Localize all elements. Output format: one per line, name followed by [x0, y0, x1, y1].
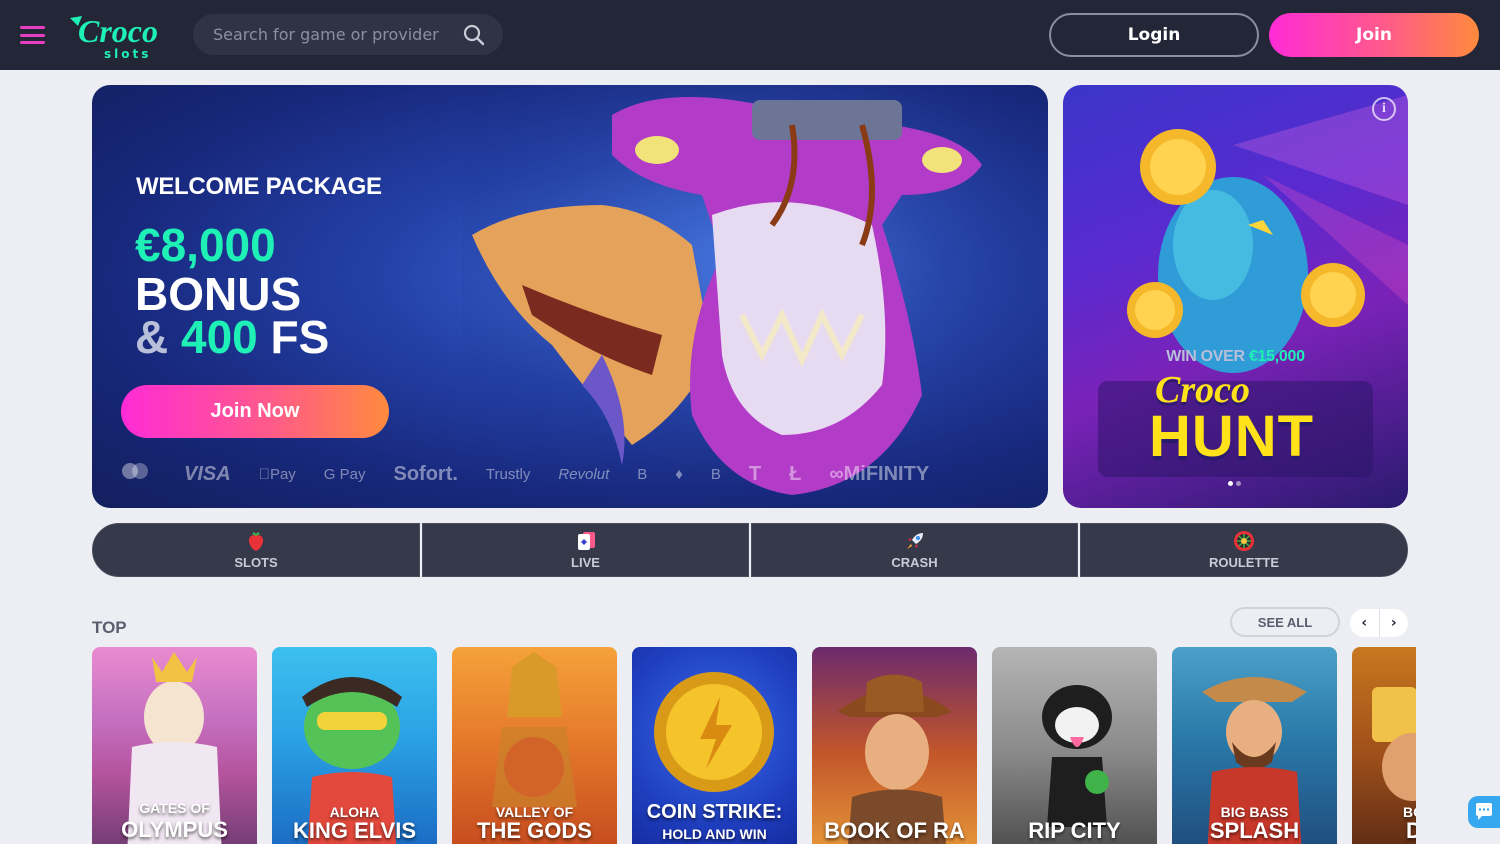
- bitcoin-icon: B: [637, 466, 647, 483]
- login-button[interactable]: Login: [1049, 13, 1259, 57]
- game-title-line1: GATES OF: [139, 800, 210, 816]
- promo-win-text: WIN OVER €15,000: [1166, 348, 1305, 365]
- game-title-line1: COIN STRIKE:: [646, 801, 783, 823]
- visa-logo: VISA: [184, 462, 231, 485]
- search-icon[interactable]: [463, 24, 485, 46]
- game-carousel: GATES OF OLYMPUS ALOHA KING ELVIS VALLEY…: [92, 647, 1416, 844]
- game-tile[interactable]: VALLEY OF THE GODS: [452, 647, 617, 844]
- welcome-banner[interactable]: WELCOME PACKAGE €8,000 BONUS & 400 FS Jo…: [92, 85, 1048, 508]
- mifinity-logo: ∞MiFINITY: [818, 462, 929, 485]
- free-spins-line: & 400 FS: [135, 314, 329, 360]
- croco-slots-logo[interactable]: Croco slots: [64, 8, 182, 64]
- game-title-line2: HOLD AND WIN: [662, 826, 767, 842]
- search-box: [193, 14, 503, 55]
- game-thumbnail: [812, 647, 977, 844]
- tether-icon: T: [737, 462, 761, 485]
- shark-monsters-illustration: [462, 85, 1048, 508]
- chevron-right-icon[interactable]: ›: [1378, 609, 1409, 637]
- game-tile[interactable]: GATES OF OLYMPUS: [92, 647, 257, 844]
- trustly-logo: Trustly: [474, 465, 530, 483]
- free-spins-count: 400: [181, 311, 258, 363]
- mastercard-icon: [120, 462, 150, 486]
- promo-name: HUNT: [1149, 404, 1315, 469]
- top-header: Croco slots Login Join: [0, 0, 1500, 70]
- game-title-line2: OLYMPUS: [121, 817, 228, 842]
- see-all-button[interactable]: SEE ALL: [1230, 607, 1340, 637]
- svg-text:slots: slots: [104, 47, 151, 61]
- bonus-label: BONUS: [135, 268, 302, 320]
- rocket-icon: [906, 533, 923, 549]
- chevron-left-icon[interactable]: ‹: [1350, 609, 1379, 637]
- roulette-icon: [1234, 531, 1254, 551]
- playing-card-icon: [577, 532, 595, 550]
- carousel-dots[interactable]: [1228, 471, 1244, 490]
- bitcoin-cash-icon: B: [711, 466, 721, 483]
- game-tile[interactable]: BOOK OF RA: [812, 647, 977, 844]
- payment-methods-row: VISA Pay G Pay Sofort. Trustly Revolut …: [120, 457, 1030, 491]
- menu-icon[interactable]: [20, 26, 45, 44]
- carousel-arrows: ‹ ›: [1350, 609, 1408, 637]
- google-pay-logo: G Pay: [312, 465, 366, 483]
- section-title: TOP: [92, 618, 127, 637]
- game-title-line2: D: [1406, 818, 1416, 843]
- game-tile[interactable]: COIN STRIKE: HOLD AND WIN: [632, 647, 797, 844]
- join-button[interactable]: Join: [1269, 13, 1479, 57]
- chat-icon: [1476, 803, 1492, 820]
- game-title-line2: THE GODS: [477, 818, 592, 843]
- bonus-amount: €8,000: [135, 219, 276, 271]
- litecoin-icon: Ł: [777, 462, 801, 485]
- game-tile[interactable]: RIP CITY: [992, 647, 1157, 844]
- hero-title: WELCOME PACKAGE: [136, 173, 382, 200]
- tab-crash[interactable]: CRASH: [751, 523, 1078, 577]
- sofort-logo: Sofort.: [382, 462, 457, 485]
- croco-hunt-promo[interactable]: i WIN OVER €15,000 Croco HUNT: [1063, 85, 1408, 508]
- game-title-line2: KING ELVIS: [292, 818, 417, 843]
- ethereum-icon: ♦: [675, 466, 683, 483]
- apple-pay-logo: Pay: [258, 465, 296, 483]
- tab-live[interactable]: LIVE: [422, 523, 749, 577]
- join-now-button[interactable]: Join Now: [121, 385, 389, 438]
- search-input[interactable]: [213, 14, 458, 55]
- tab-roulette[interactable]: ROULETTE: [1080, 523, 1408, 577]
- game-tile[interactable]: BO D: [1352, 647, 1416, 844]
- game-title-line2: BOOK OF RA: [824, 818, 965, 843]
- svg-text:Croco: Croco: [78, 13, 158, 49]
- free-spins-unit: FS: [270, 311, 330, 363]
- game-title-line2: RIP CITY: [1028, 818, 1121, 843]
- ampersand: &: [135, 311, 169, 363]
- live-chat-button[interactable]: [1468, 796, 1500, 828]
- revolut-logo: Revolut: [547, 465, 609, 483]
- tab-slots[interactable]: SLOTS: [92, 523, 420, 577]
- game-thumbnail: [992, 647, 1157, 844]
- game-title-line2: SPLASH: [1209, 818, 1300, 843]
- game-tile[interactable]: ALOHA KING ELVIS: [272, 647, 437, 844]
- strawberry-icon: [248, 532, 264, 551]
- info-icon[interactable]: i: [1372, 97, 1396, 121]
- game-tile[interactable]: BIG BASS SPLASH: [1172, 647, 1337, 844]
- category-tabs: SLOTS LIVE CRASH ROULETTE: [92, 523, 1408, 577]
